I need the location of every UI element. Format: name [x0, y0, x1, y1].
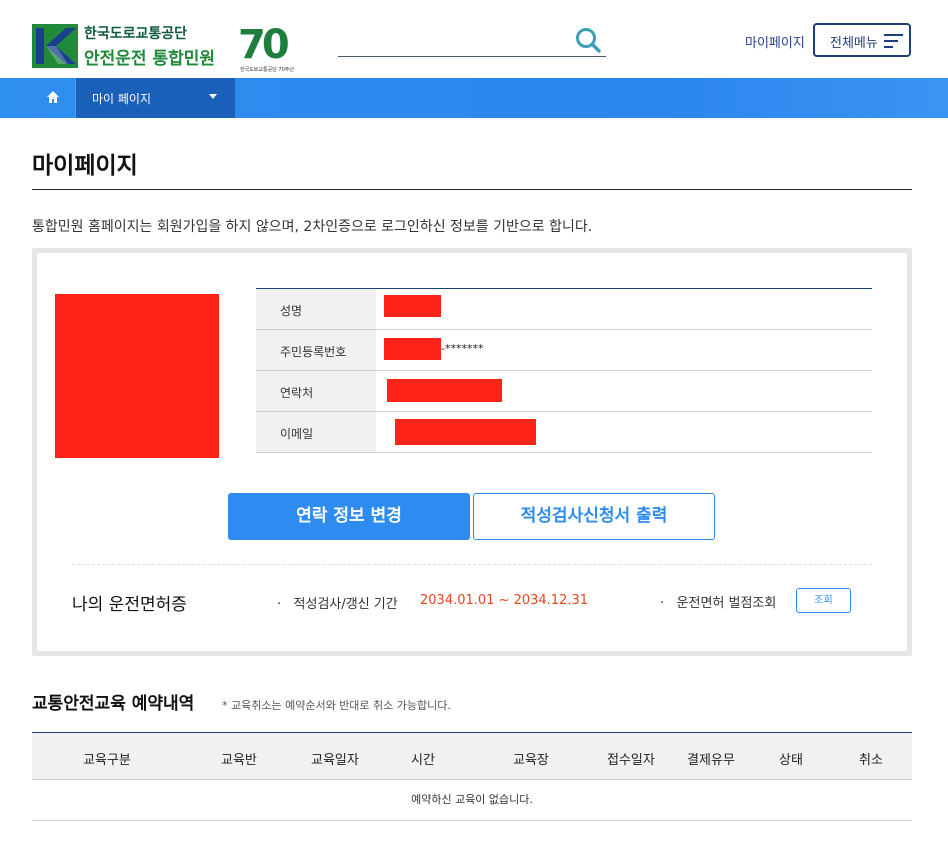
- logo-service-name: 안전운전 통합민원: [84, 49, 216, 69]
- profile-value: [376, 371, 872, 411]
- anniversary-70-emblem: 70 한국도로교통공단 70주년: [238, 22, 306, 74]
- home-button[interactable]: [32, 78, 74, 118]
- location-navbar: 마이 페이지: [0, 78, 948, 118]
- title-divider: [32, 189, 912, 190]
- all-menu-label: 전체메뉴: [830, 36, 878, 51]
- koroad-logo-icon: [32, 24, 78, 68]
- penalty-points-label: · 운전면허 벌점조회: [660, 596, 777, 611]
- intro-text: 통합민원 홈페이지는 회원가입을 하지 않으며, 2차인증으로 로그인하신 정보…: [32, 219, 593, 235]
- profile-photo-redacted: [55, 294, 219, 458]
- reservation-table: 교육구분 교육반 교육일자 시간 교육장 접수일자 결제유무 상태 취소 예약하…: [32, 732, 912, 821]
- profile-label: 주민등록번호: [256, 330, 376, 370]
- profile-row-rrn: 주민등록번호 -*******: [256, 330, 872, 371]
- column-header: 접수일자: [607, 753, 655, 768]
- mypage-link[interactable]: 마이페이지: [745, 32, 805, 51]
- redacted-email: [395, 419, 536, 445]
- search-box: [338, 24, 606, 57]
- anniversary-70-text: 70: [238, 22, 290, 68]
- column-header: 교육구분: [83, 753, 131, 768]
- column-header: 교육일자: [311, 753, 359, 768]
- column-header: 교육반: [221, 753, 257, 768]
- redacted-phone: [387, 379, 502, 402]
- profile-table: 성명 주민등록번호 -******* 연락처 이메일: [256, 288, 872, 453]
- aptitude-period-label: · 적성검사/갱신 기간: [277, 597, 398, 612]
- home-icon: [47, 91, 59, 103]
- profile-row-phone: 연락처: [256, 371, 872, 412]
- reservation-empty-row: 예약하신 교육이 없습니다.: [32, 780, 912, 821]
- site-header: 한국도로교통공단 안전운전 통합민원 70 한국도로교통공단 70주년 마이페이…: [0, 0, 948, 78]
- column-header: 취소: [859, 753, 883, 768]
- column-header: 상태: [779, 753, 803, 768]
- column-header: 교육장: [513, 753, 549, 768]
- change-contact-button[interactable]: 연락 정보 변경: [228, 493, 470, 540]
- aptitude-period-value: 2034.01.01 ~ 2034.12.31: [420, 593, 589, 608]
- mypage-dropdown-label: 마이 페이지: [92, 92, 152, 106]
- profile-value: [376, 289, 872, 329]
- column-header: 결제유무: [687, 753, 735, 768]
- mypage-dropdown[interactable]: 마이 페이지: [75, 78, 235, 118]
- column-header: 시간: [411, 753, 435, 768]
- penalty-inquiry-button[interactable]: 조회: [796, 588, 851, 613]
- profile-label: 연락처: [256, 371, 376, 411]
- redacted-rrn: [384, 338, 441, 360]
- page-title: 마이페이지: [32, 153, 138, 179]
- license-title: 나의 운전면허증: [72, 595, 187, 615]
- profile-value: -*******: [376, 330, 872, 370]
- profile-label: 성명: [256, 289, 376, 329]
- profile-row-name: 성명: [256, 289, 872, 330]
- aptitude-period-label-text: 적성검사/갱신 기간: [293, 597, 398, 612]
- caret-down-icon: [209, 94, 217, 99]
- profile-panel: 성명 주민등록번호 -******* 연락처 이메일 연락 정보 변경 적성검사…: [32, 248, 912, 656]
- anniversary-70-subtext: 한국도로교통공단 70주년: [240, 67, 294, 73]
- redacted-name: [384, 295, 441, 317]
- hamburger-icon: [884, 34, 903, 48]
- print-aptitude-form-button[interactable]: 적성검사신청서 출력: [473, 493, 715, 540]
- reservation-note: * 교육취소는 예약순서와 반대로 취소 가능합니다.: [222, 699, 451, 712]
- section-divider: [72, 564, 872, 565]
- site-logo[interactable]: 한국도로교통공단 안전운전 통합민원 70 한국도로교통공단 70주년: [32, 22, 304, 74]
- reservation-table-header: 교육구분 교육반 교육일자 시간 교육장 접수일자 결제유무 상태 취소: [32, 733, 912, 780]
- search-icon[interactable]: [574, 26, 602, 54]
- profile-label: 이메일: [256, 412, 376, 452]
- rrn-masked-tail: -*******: [441, 342, 484, 355]
- profile-value: [376, 412, 872, 452]
- all-menu-button[interactable]: 전체메뉴: [813, 23, 911, 57]
- search-input[interactable]: [338, 24, 568, 56]
- penalty-points-label-text: 운전면허 벌점조회: [676, 596, 777, 611]
- profile-row-email: 이메일: [256, 412, 872, 453]
- reservation-title: 교통안전교육 예약내역: [32, 694, 195, 714]
- logo-org-name: 한국도로교통공단: [84, 26, 188, 42]
